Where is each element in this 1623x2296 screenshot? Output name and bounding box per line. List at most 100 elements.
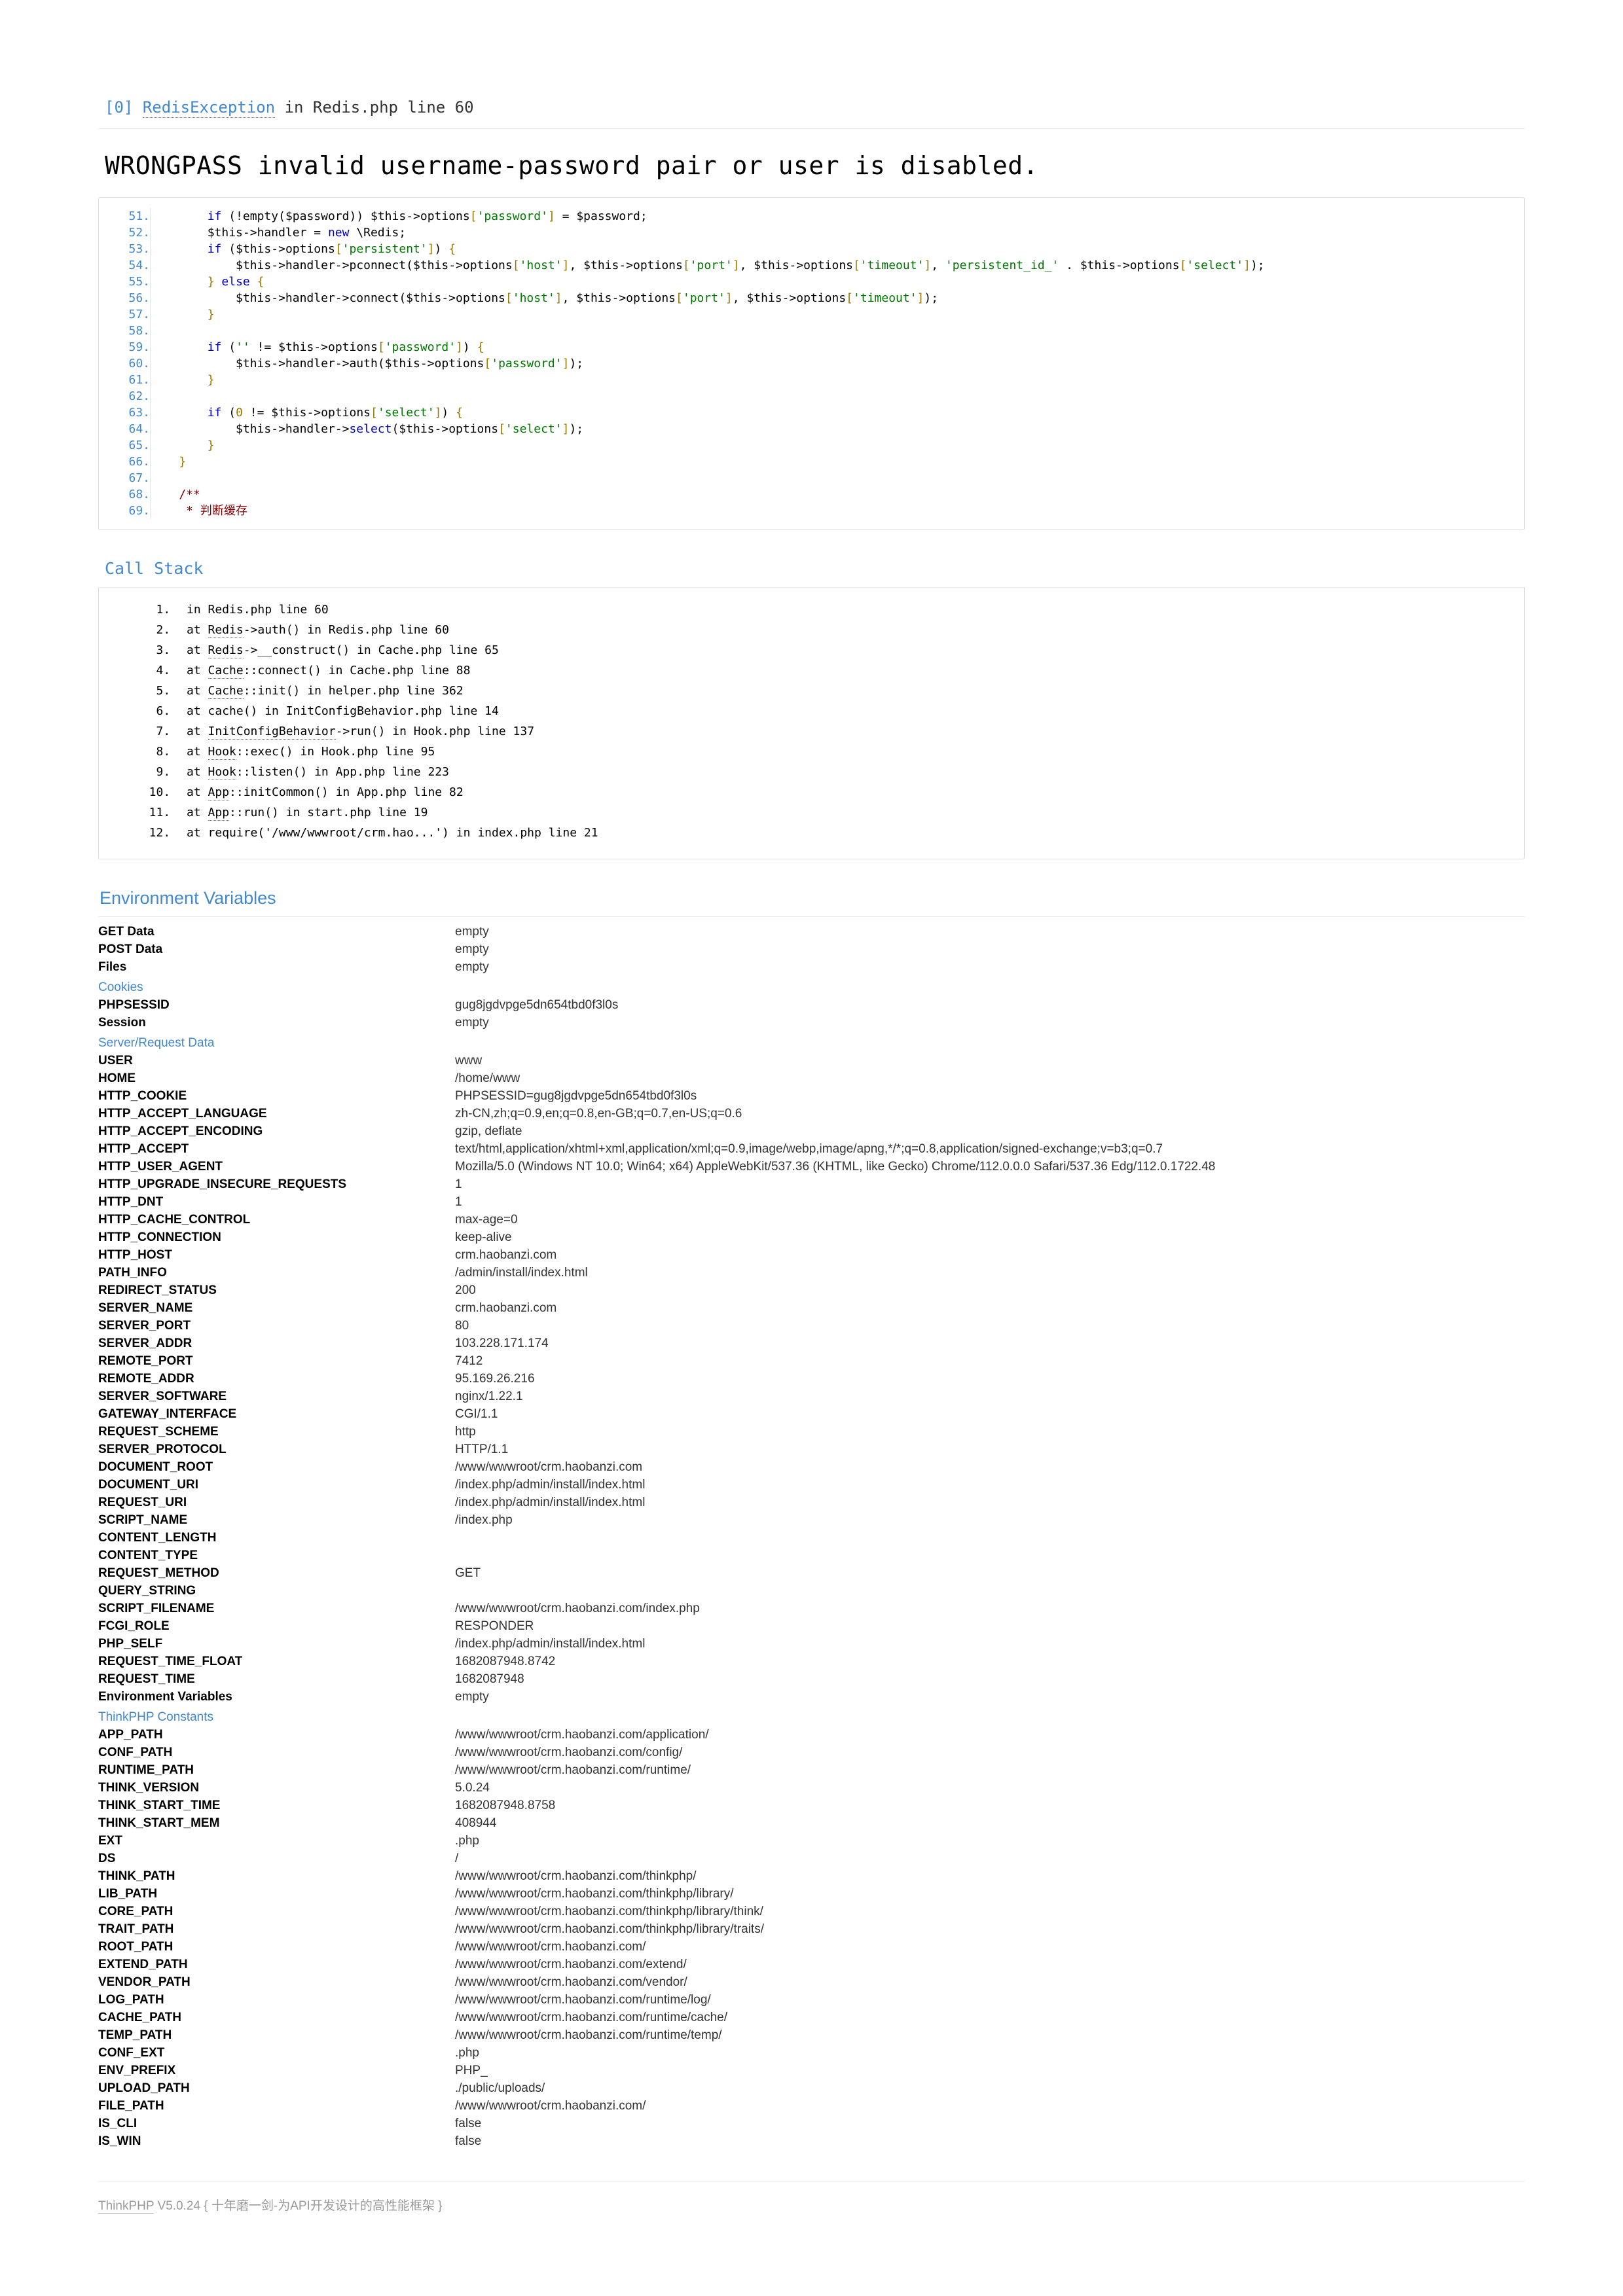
source-line-code: if ('' != $this->options['password']) { bbox=[151, 339, 1525, 355]
code-token: $this bbox=[236, 357, 272, 370]
environment-value: 5.0.24 bbox=[455, 1781, 490, 1795]
code-token: auth bbox=[349, 357, 378, 370]
environment-row: FCGI_ROLE RESPONDER bbox=[98, 1618, 1525, 1636]
call-stack-class-link[interactable]: Hook bbox=[208, 765, 236, 780]
code-token: $this bbox=[384, 357, 420, 370]
call-stack-block: in Redis.php line 60at Redis->auth() in … bbox=[98, 588, 1525, 859]
environment-value: gzip, deflate bbox=[455, 1124, 522, 1138]
environment-value: 95.169.26.216 bbox=[455, 1372, 535, 1386]
environment-key: HTTP_CACHE_CONTROL bbox=[98, 1213, 251, 1227]
thinkphp-link[interactable]: ThinkPHP bbox=[98, 2199, 155, 2214]
call-stack-class-link[interactable]: Cache bbox=[208, 684, 244, 699]
environment-value: empty bbox=[455, 1690, 489, 1704]
environment-key: EXT bbox=[98, 1834, 122, 1848]
code-token: [ bbox=[682, 259, 690, 272]
environment-value: /www/wwwroot/crm.haobanzi.com/runtime/lo… bbox=[455, 1993, 711, 2007]
code-token: [ bbox=[1179, 259, 1187, 272]
call-stack-class-link[interactable]: Redis bbox=[208, 643, 244, 658]
code-token: ); bbox=[1250, 259, 1265, 272]
source-line-code: } else { bbox=[151, 274, 1525, 290]
code-token: $password bbox=[576, 209, 640, 223]
call-stack-item: at cache() in InitConfigBehavior.php lin… bbox=[177, 701, 1524, 721]
environment-value: empty bbox=[455, 1016, 489, 1030]
source-line-number: 54. bbox=[99, 257, 151, 274]
call-stack-prefix: at bbox=[187, 765, 208, 779]
code-token: ] bbox=[732, 259, 740, 272]
code-token: * 判断缓存 bbox=[151, 504, 247, 518]
environment-key: DOCUMENT_ROOT bbox=[98, 1460, 213, 1474]
source-line-code: $this->handler = new \Redis; bbox=[151, 224, 1525, 241]
call-stack-class-link[interactable]: Cache bbox=[208, 664, 244, 679]
code-token: } bbox=[207, 373, 215, 387]
call-stack-class-link[interactable]: InitConfigBehavior bbox=[208, 725, 336, 740]
environment-key: CONTENT_LENGTH bbox=[98, 1531, 217, 1545]
environment-value bbox=[455, 977, 1525, 997]
call-stack-prefix: at bbox=[187, 725, 208, 738]
environment-row: REQUEST_SCHEME http bbox=[98, 1424, 1525, 1441]
code-token: $this bbox=[236, 291, 272, 305]
environment-row: HTTP_HOST crm.haobanzi.com bbox=[98, 1247, 1525, 1265]
source-line-code: * 判断缓存 bbox=[151, 503, 1525, 519]
call-stack-class-link[interactable]: Redis bbox=[208, 623, 244, 638]
code-token: new bbox=[327, 226, 350, 240]
source-line-number: 61. bbox=[99, 372, 151, 388]
source-line-code: } bbox=[151, 306, 1525, 323]
code-token: connect bbox=[349, 291, 399, 305]
environment-value: http bbox=[455, 1425, 476, 1439]
code-token: ->options bbox=[271, 242, 335, 256]
environment-key: THINK_PATH bbox=[98, 1869, 175, 1883]
environment-row: CONTENT_LENGTH bbox=[98, 1530, 1525, 1547]
environment-group-label: Server/Request Data bbox=[98, 1036, 215, 1050]
code-token: 'host' bbox=[512, 291, 555, 305]
environment-row: GATEWAY_INTERFACE CGI/1.1 bbox=[98, 1406, 1525, 1424]
code-token: $this bbox=[576, 291, 612, 305]
code-token: } bbox=[207, 275, 215, 289]
code-token: [ bbox=[335, 242, 342, 256]
code-token: $this bbox=[583, 259, 619, 272]
environment-key: IS_CLI bbox=[98, 2117, 137, 2130]
call-stack-class-link[interactable]: App bbox=[208, 806, 230, 821]
exception-in-word: in bbox=[284, 98, 304, 117]
code-token: $this bbox=[371, 209, 407, 223]
code-token: { bbox=[456, 406, 463, 420]
environment-key: FCGI_ROLE bbox=[98, 1619, 170, 1633]
source-code-row: 61. } bbox=[99, 372, 1524, 388]
code-token: [ bbox=[853, 259, 860, 272]
environment-value: 80 bbox=[455, 1319, 469, 1333]
environment-key: QUERY_STRING bbox=[98, 1584, 196, 1598]
environment-key: THINK_VERSION bbox=[98, 1781, 200, 1795]
call-stack-item: at Cache::connect() in Cache.php line 88 bbox=[177, 660, 1524, 681]
source-code-row: 58. bbox=[99, 323, 1524, 339]
source-line-number: 57. bbox=[99, 306, 151, 323]
source-line-number: 67. bbox=[99, 470, 151, 486]
call-stack-class-link[interactable]: App bbox=[208, 785, 230, 800]
call-stack-prefix: at bbox=[187, 684, 208, 698]
environment-row: HTTP_USER_AGENT Mozilla/5.0 (Windows NT 1… bbox=[98, 1158, 1525, 1176]
exception-type-link[interactable]: RedisException bbox=[142, 98, 276, 118]
environment-row: RUNTIME_PATH/www/wwwroot/crm.haobanzi.co… bbox=[98, 1762, 1525, 1780]
environment-key: THINK_START_MEM bbox=[98, 1816, 220, 1830]
call-stack-class-link[interactable]: Hook bbox=[208, 745, 236, 760]
code-token: , bbox=[732, 291, 747, 305]
source-line-number: 66. bbox=[99, 454, 151, 470]
source-line-code: $this->handler->connect($this->options['… bbox=[151, 290, 1525, 306]
code-token: ] bbox=[562, 357, 570, 370]
environment-row: Session empty bbox=[98, 1014, 1525, 1032]
environment-key: REQUEST_TIME_FLOAT bbox=[98, 1655, 243, 1668]
call-stack-text: cache() in InitConfigBehavior.php line 1… bbox=[208, 704, 499, 718]
environment-value: /index.php/admin/install/index.html bbox=[455, 1478, 646, 1492]
code-token: 'port' bbox=[689, 259, 733, 272]
code-token: } bbox=[179, 455, 187, 469]
environment-value bbox=[455, 1032, 1525, 1052]
code-token: ->options bbox=[406, 209, 470, 223]
source-code-row: 63. if (0 != $this->options['select']) { bbox=[99, 404, 1524, 421]
environment-key: GET Data bbox=[98, 925, 155, 939]
environment-value: /www/wwwroot/crm.haobanzi.com/index.php bbox=[455, 1602, 700, 1615]
environment-key: HTTP_DNT bbox=[98, 1195, 164, 1209]
source-line-number: 51. bbox=[99, 208, 151, 224]
call-stack-prefix: at bbox=[187, 664, 208, 677]
call-stack-prefix: at bbox=[187, 745, 208, 759]
